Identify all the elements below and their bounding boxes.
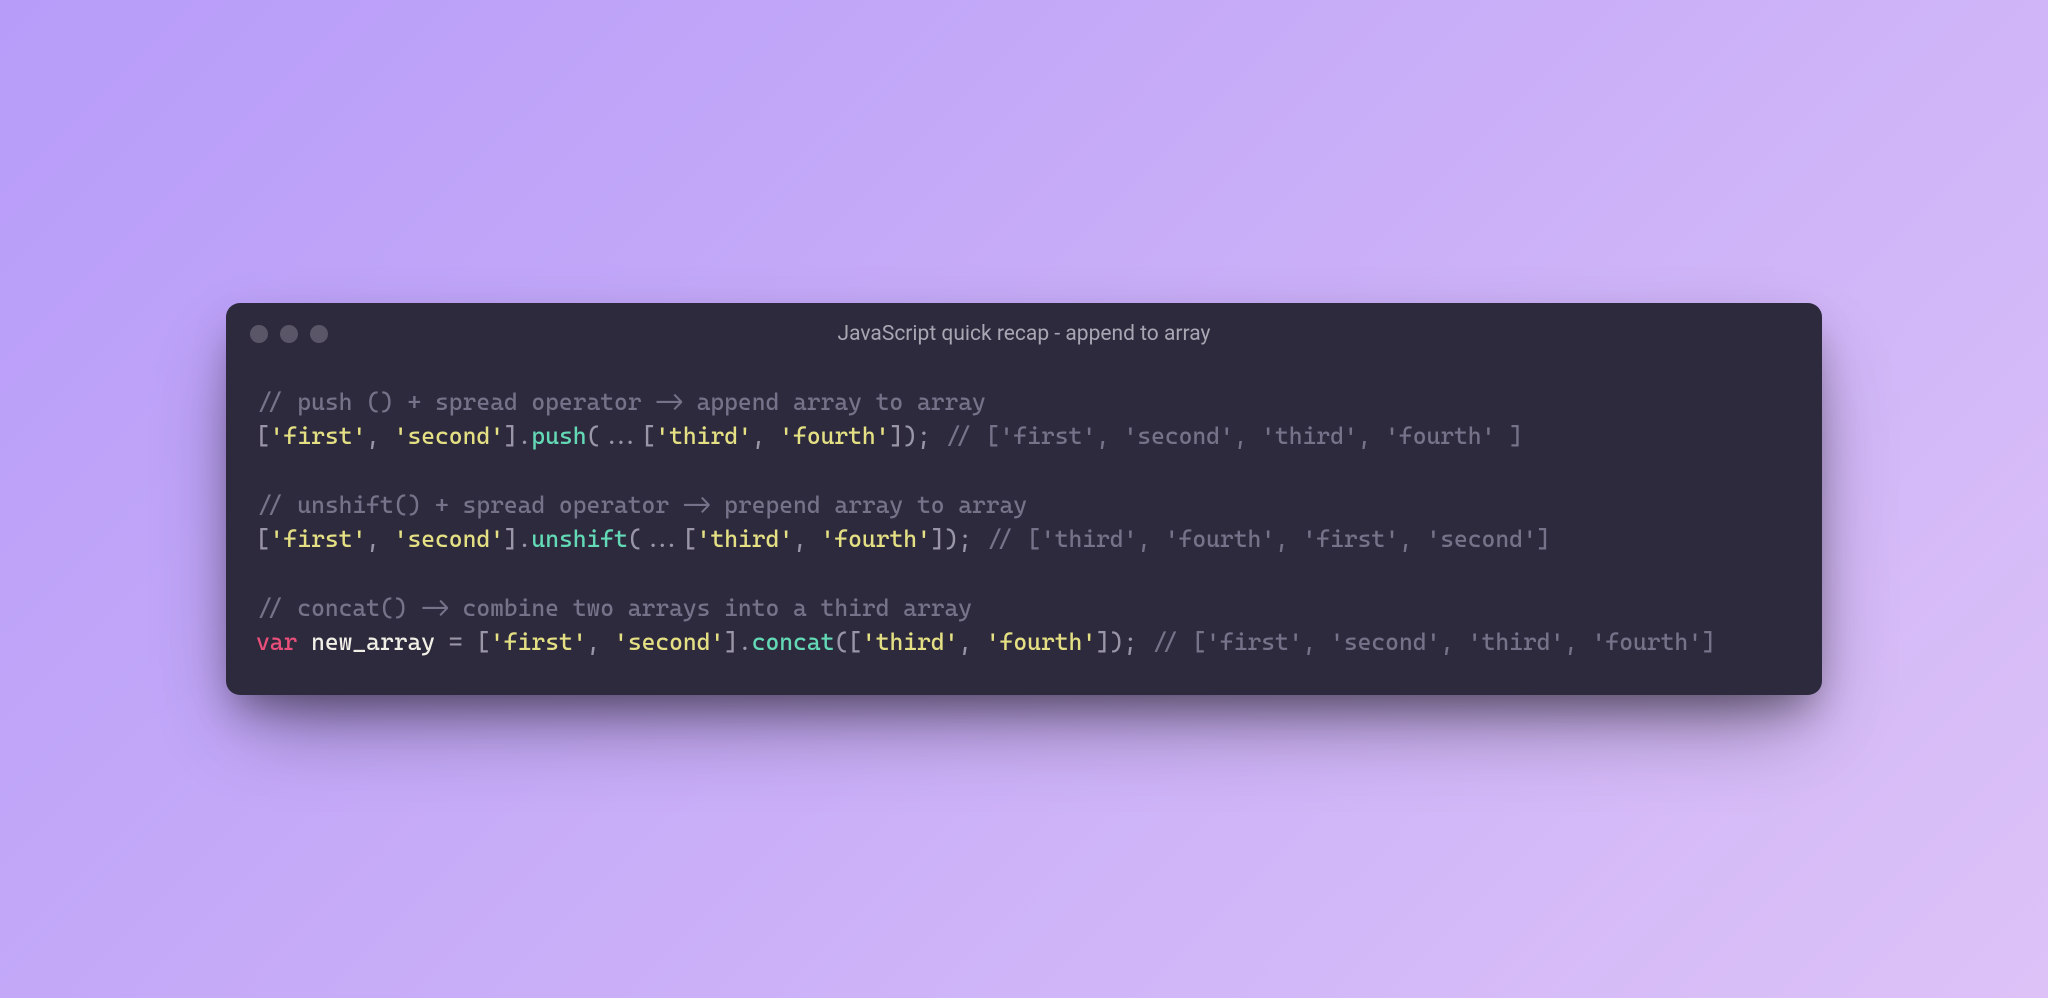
window-titlebar: JavaScript quick recap - append to array <box>226 303 1822 365</box>
code-punct: , <box>366 422 394 450</box>
code-punct: = [ <box>435 628 490 656</box>
close-icon[interactable] <box>250 325 268 343</box>
minimize-icon[interactable] <box>280 325 298 343</box>
code-punct: ]. <box>504 525 532 553</box>
code-string: 'first' <box>270 525 366 553</box>
code-punct: , <box>366 525 394 553</box>
code-comment: // ['first', 'second', 'third', 'fourth'… <box>1151 628 1716 656</box>
code-content: // push () + spread operator -> append a… <box>226 365 1822 695</box>
code-comment: // push () + spread operator -> append a… <box>256 388 986 416</box>
code-string: 'second' <box>614 628 724 656</box>
code-string: 'third' <box>862 628 958 656</box>
code-punct: ]. <box>724 628 752 656</box>
code-space <box>297 628 311 656</box>
code-punct: , <box>958 628 986 656</box>
code-string: 'third' <box>655 422 751 450</box>
code-punct: ([ <box>834 628 862 656</box>
code-punct: (...[ <box>587 422 656 450</box>
code-punct: , <box>752 422 780 450</box>
code-comment: // concat() -> combine two arrays into a… <box>256 594 972 622</box>
code-punct: [ <box>256 525 270 553</box>
code-comment: // ['third', 'fourth', 'first', 'second'… <box>986 525 1551 553</box>
code-punct: ]); <box>931 525 986 553</box>
code-punct: ]); <box>889 422 944 450</box>
maximize-icon[interactable] <box>310 325 328 343</box>
code-window: JavaScript quick recap - append to array… <box>226 303 1822 695</box>
code-string: 'first' <box>490 628 586 656</box>
code-punct: (...[ <box>628 525 697 553</box>
code-comment: // unshift() + spread operator -> prepen… <box>256 491 1027 519</box>
code-ident: new_array <box>311 628 435 656</box>
code-method: push <box>531 422 586 450</box>
code-punct: [ <box>256 422 270 450</box>
code-string: 'third' <box>697 525 793 553</box>
code-string: 'fourth' <box>821 525 931 553</box>
code-keyword: var <box>256 628 297 656</box>
traffic-lights <box>250 325 328 343</box>
code-string: 'fourth' <box>779 422 889 450</box>
code-string: 'first' <box>270 422 366 450</box>
code-string: 'second' <box>394 525 504 553</box>
code-method: unshift <box>531 525 627 553</box>
window-title: JavaScript quick recap - append to array <box>250 322 1798 346</box>
code-punct: ]. <box>504 422 532 450</box>
code-comment: // ['first', 'second', 'third', 'fourth'… <box>945 422 1523 450</box>
code-punct: , <box>587 628 615 656</box>
code-punct: ]); <box>1096 628 1151 656</box>
code-string: 'fourth' <box>986 628 1096 656</box>
code-punct: , <box>793 525 821 553</box>
code-method: concat <box>752 628 835 656</box>
code-string: 'second' <box>394 422 504 450</box>
